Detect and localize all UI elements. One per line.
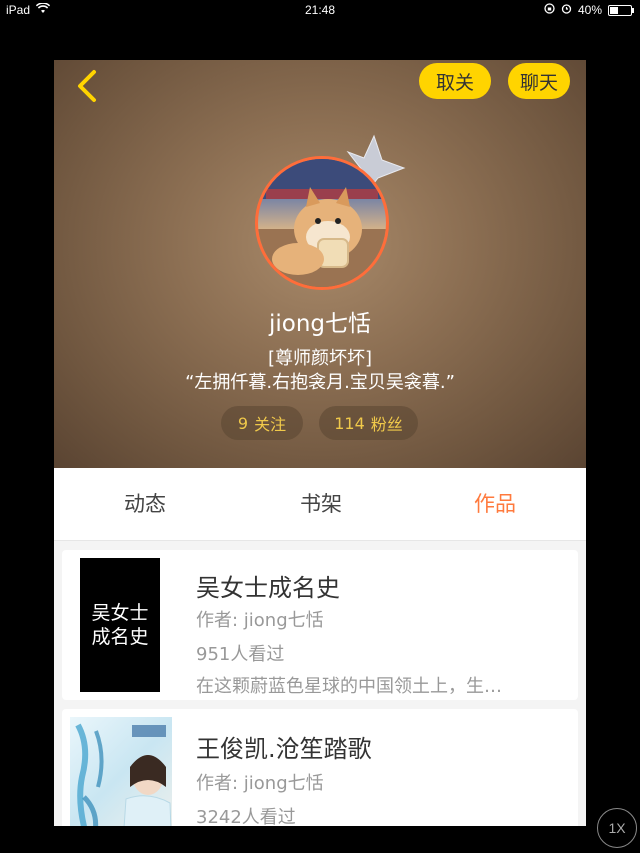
tab-dynamics[interactable]: 动态 (124, 468, 166, 540)
unfollow-button[interactable]: 取关 (419, 63, 491, 99)
work-card[interactable]: 王俊凯.沧笙踏歌 作者: jiong七恬 3242人看过 (62, 709, 578, 826)
book-title: 吴女士成名史 (196, 574, 340, 602)
following-label: 关注 (254, 415, 287, 434)
alarm-icon (561, 3, 572, 17)
book-views: 3242人看过 (196, 807, 296, 826)
book-summary: 在这颗蔚蓝色星球的中国领土上，生… (196, 676, 502, 697)
chat-button[interactable]: 聊天 (508, 63, 570, 99)
profile-page: 取关 聊天 jiong七恬 [尊师颜坏坏] “左拥仟暮.右抱衾月.宝贝吴衾暮.” (54, 60, 586, 826)
book-author: 作者: jiong七恬 (196, 773, 324, 794)
book-views: 951人看过 (196, 644, 285, 665)
back-button[interactable] (68, 66, 108, 106)
following-count: 9 (237, 413, 249, 433)
tab-works[interactable]: 作品 (474, 468, 516, 540)
shiba-dog-image (258, 159, 386, 287)
profile-header: 取关 聊天 jiong七恬 [尊师颜坏坏] “左拥仟暮.右抱衾月.宝贝吴衾暮.” (54, 60, 586, 468)
battery-icon (608, 4, 634, 16)
zoom-scale-button[interactable]: 1X (597, 808, 637, 848)
avatar[interactable] (255, 156, 389, 290)
work-card[interactable]: 吴女士 成名史 吴女士成名史 作者: jiong七恬 951人看过 在这颗蔚蓝色… (62, 550, 578, 700)
book-cover (70, 717, 172, 826)
book-cover: 吴女士 成名史 (80, 558, 160, 692)
fans-label: 粉丝 (370, 415, 403, 434)
following-count-button[interactable]: 9 关注 (221, 406, 303, 440)
cover-text-line: 成名史 (91, 626, 149, 648)
profile-tabs: 动态 书架 作品 (54, 468, 586, 541)
cover-illustration (75, 723, 172, 826)
username: jiong七恬 (268, 311, 372, 337)
title-badge: [尊师颜坏坏] (267, 348, 373, 369)
motto: “左拥仟暮.右抱衾月.宝贝吴衾暮.” (185, 372, 455, 393)
chevron-left-icon (78, 70, 96, 102)
fans-count-button[interactable]: 114 粉丝 (319, 406, 418, 440)
status-bar: iPad 21:48 40% (0, 0, 640, 20)
lock-rotation-icon (544, 3, 555, 17)
book-author: 作者: jiong七恬 (196, 610, 324, 631)
cover-text-line: 吴女士 (91, 602, 149, 624)
book-title: 王俊凯.沧笙踏歌 (196, 735, 372, 763)
tab-bookshelf[interactable]: 书架 (300, 468, 342, 540)
fans-count: 114 (334, 413, 365, 433)
battery-percent: 40% (577, 3, 602, 17)
